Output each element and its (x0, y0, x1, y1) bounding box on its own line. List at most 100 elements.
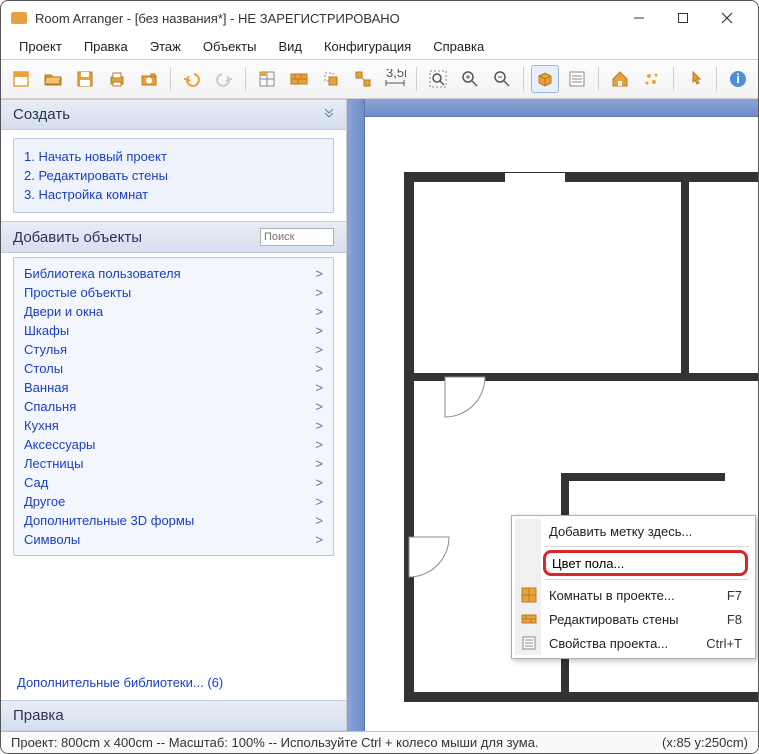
category-kitchen[interactable]: Кухня> (20, 416, 327, 435)
chevron-right-icon: > (315, 418, 323, 433)
toolbar-separator (716, 67, 717, 91)
menu-help[interactable]: Справка (423, 37, 494, 56)
app-window: Room Arranger - [без названия*] - НЕ ЗАР… (0, 0, 759, 754)
menu-edit[interactable]: Правка (74, 37, 138, 56)
category-3d-shapes[interactable]: Дополнительные 3D формы> (20, 511, 327, 530)
ctx-edit-walls[interactable]: Редактировать стеныF8 (515, 607, 752, 631)
status-text: Проект: 800cm x 400cm -- Масштаб: 100% -… (11, 735, 539, 750)
category-simple-objects[interactable]: Простые объекты> (20, 283, 327, 302)
create-step-1[interactable]: 1. Начать новый проект (24, 147, 323, 166)
chevron-right-icon: > (315, 285, 323, 300)
status-bar: Проект: 800cm x 400cm -- Масштаб: 100% -… (1, 731, 758, 753)
canvas-area[interactable]: Добавить метку здесь... Цвет пола... Ком… (347, 99, 758, 731)
close-button[interactable] (706, 4, 748, 32)
menu-floor[interactable]: Этаж (140, 37, 191, 56)
app-logo-icon (11, 12, 27, 24)
context-menu-separator (545, 579, 749, 580)
properties-icon (521, 635, 537, 651)
section-add-objects-title: Добавить объекты (13, 229, 260, 246)
category-wardrobes[interactable]: Шкафы> (20, 321, 327, 340)
toolbar-measure-icon[interactable]: 3,5m (381, 65, 409, 93)
search-input[interactable] (260, 228, 334, 246)
toolbar-print-icon[interactable] (103, 65, 131, 93)
ctx-rooms-project[interactable]: Комнаты в проекте...F7 (515, 583, 752, 607)
menu-config[interactable]: Конфигурация (314, 37, 421, 56)
section-edit-header[interactable]: Правка (1, 700, 346, 731)
menu-bar: Проект Правка Этаж Объекты Вид Конфигура… (1, 35, 758, 59)
toolbar-zoomin-icon[interactable] (456, 65, 484, 93)
title-bar: Room Arranger - [без названия*] - НЕ ЗАР… (1, 1, 758, 35)
create-step-3[interactable]: 3. Настройка комнат (24, 185, 323, 204)
collapse-icon (324, 108, 334, 121)
toolbar-zoomout-icon[interactable] (488, 65, 516, 93)
ctx-add-label[interactable]: Добавить метку здесь... (515, 519, 752, 543)
chevron-right-icon: > (315, 532, 323, 547)
menu-objects[interactable]: Объекты (193, 37, 267, 56)
category-bedroom[interactable]: Спальня> (20, 397, 327, 416)
toolbar-list-icon[interactable] (563, 65, 591, 93)
chevron-right-icon: > (315, 304, 323, 319)
category-bathroom[interactable]: Ванная> (20, 378, 327, 397)
menu-view[interactable]: Вид (268, 37, 312, 56)
section-edit-title: Правка (13, 707, 334, 724)
category-other[interactable]: Другое> (20, 492, 327, 511)
toolbar-separator (598, 67, 599, 91)
category-accessories[interactable]: Аксессуары> (20, 435, 327, 454)
toolbar-pointer-icon[interactable] (681, 65, 709, 93)
toolbar-camera-icon[interactable] (135, 65, 163, 93)
toolbar-save-icon[interactable] (71, 65, 99, 93)
toolbar-group-icon[interactable] (349, 65, 377, 93)
sidebar: Создать 1. Начать новый проект 2. Редакт… (1, 99, 347, 731)
status-coords: (x:85 y:250cm) (662, 735, 748, 750)
toolbar-undo-icon[interactable] (178, 65, 206, 93)
maximize-button[interactable] (662, 4, 704, 32)
toolbar-house-icon[interactable] (606, 65, 634, 93)
category-chairs[interactable]: Стулья> (20, 340, 327, 359)
ruler-vertical (347, 99, 365, 731)
section-create-header[interactable]: Создать (1, 99, 346, 130)
menu-project[interactable]: Проект (9, 37, 72, 56)
category-garden[interactable]: Сад> (20, 473, 327, 492)
category-doors-windows[interactable]: Двери и окна> (20, 302, 327, 321)
toolbar-separator (523, 67, 524, 91)
toolbar-separator (416, 67, 417, 91)
toolbar-new-icon[interactable] (7, 65, 35, 93)
chevron-right-icon: > (315, 475, 323, 490)
chevron-right-icon: > (315, 399, 323, 414)
main-body: Создать 1. Начать новый проект 2. Редакт… (1, 99, 758, 731)
category-stairs[interactable]: Лестницы> (20, 454, 327, 473)
category-tables[interactable]: Столы> (20, 359, 327, 378)
create-step-2[interactable]: 2. Редактировать стены (24, 166, 323, 185)
chevron-right-icon: > (315, 513, 323, 528)
chevron-right-icon: > (315, 361, 323, 376)
ctx-project-props[interactable]: Свойства проекта...Ctrl+T (515, 631, 752, 655)
ruler-horizontal (365, 99, 758, 117)
toolbar-zoomfit-icon[interactable] (424, 65, 452, 93)
toolbar-floorplan-icon[interactable] (253, 65, 281, 93)
context-menu: Добавить метку здесь... Цвет пола... Ком… (511, 515, 756, 659)
chevron-right-icon: > (315, 494, 323, 509)
minimize-button[interactable] (618, 4, 660, 32)
canvas[interactable]: Добавить метку здесь... Цвет пола... Ком… (365, 117, 758, 731)
toolbar-wall-icon[interactable] (285, 65, 313, 93)
toolbar-object-icon[interactable] (317, 65, 345, 93)
section-add-objects-header[interactable]: Добавить объекты (1, 221, 346, 253)
toolbar-3d-icon[interactable] (531, 65, 559, 93)
category-symbols[interactable]: Символы> (20, 530, 327, 549)
toolbar-effects-icon[interactable] (638, 65, 666, 93)
toolbar-redo-icon[interactable] (210, 65, 238, 93)
chevron-right-icon: > (315, 342, 323, 357)
toolbar-open-icon[interactable] (39, 65, 67, 93)
toolbar-info-icon[interactable]: i (724, 65, 752, 93)
svg-text:3,5m: 3,5m (386, 69, 406, 80)
category-user-library[interactable]: Библиотека пользователя> (20, 264, 327, 283)
toolbar-separator (673, 67, 674, 91)
toolbar-separator (170, 67, 171, 91)
extra-libraries-link[interactable]: Дополнительные библиотеки... (6) (1, 667, 346, 700)
toolbar: 3,5m i (1, 59, 758, 99)
ctx-floor-color[interactable]: Цвет пола... (543, 550, 748, 576)
toolbar-separator (245, 67, 246, 91)
create-steps-box: 1. Начать новый проект 2. Редактировать … (13, 138, 334, 213)
chevron-right-icon: > (315, 456, 323, 471)
context-menu-separator (545, 546, 749, 547)
